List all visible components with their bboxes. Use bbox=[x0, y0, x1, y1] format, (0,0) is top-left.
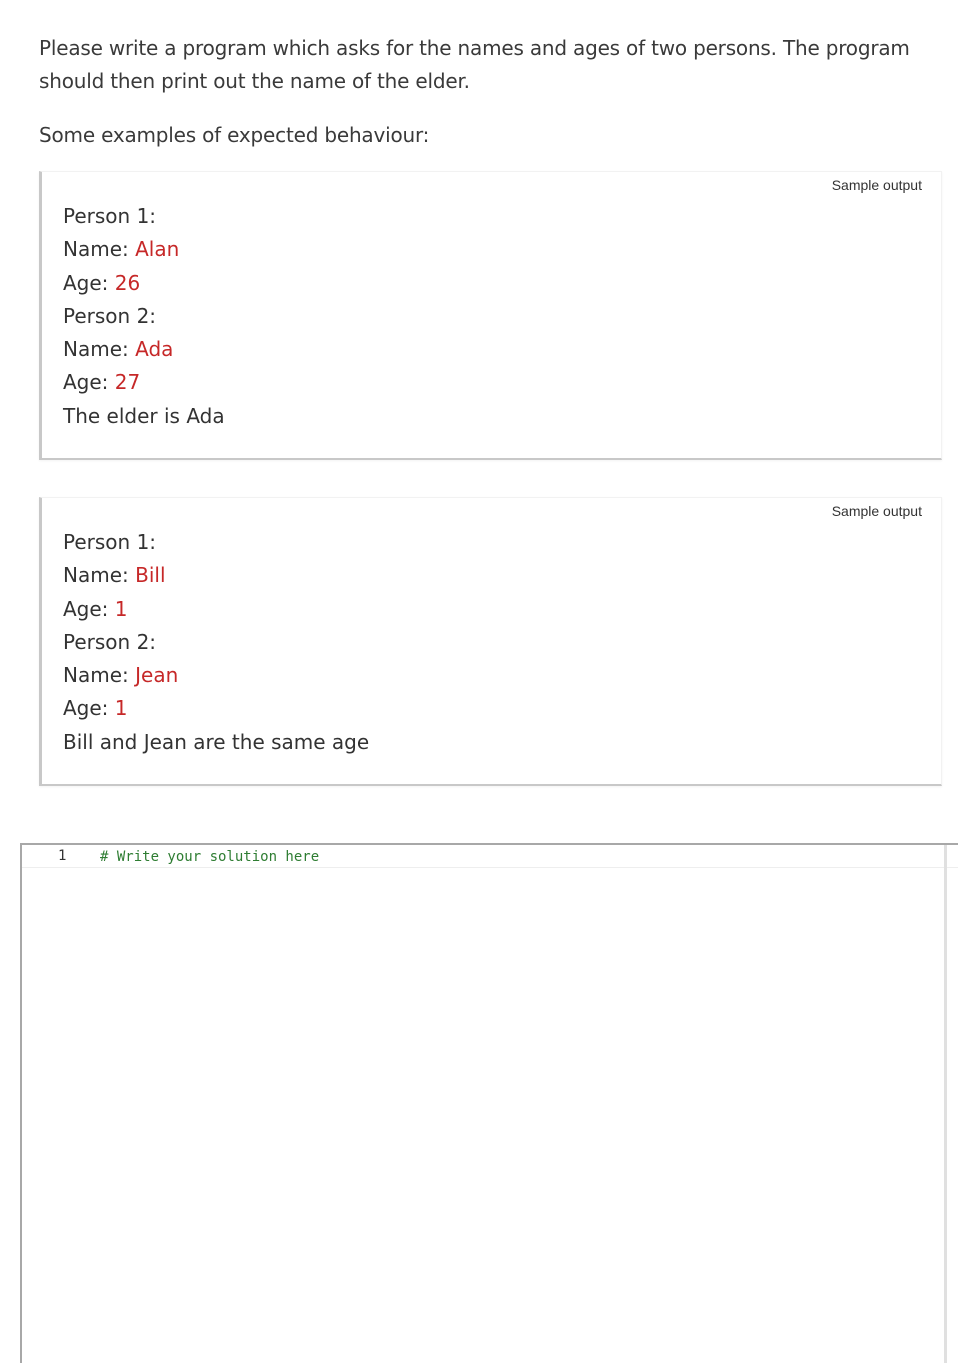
output-line: Age: 26 bbox=[63, 267, 225, 300]
user-input-text: Ada bbox=[135, 337, 174, 362]
exercise-instructions: Please write a program which asks for th… bbox=[39, 36, 910, 93]
user-input-text: Alan bbox=[135, 237, 180, 262]
exercise-description: Please write a program which asks for th… bbox=[39, 32, 919, 152]
prompt-text: The elder is Ada bbox=[63, 403, 225, 428]
user-input-text: 1 bbox=[114, 596, 128, 621]
editor-scrollbar[interactable] bbox=[944, 845, 947, 1363]
sample-output-label: Sample output bbox=[831, 177, 922, 193]
prompt-text: Name: bbox=[63, 337, 136, 362]
output-line: Person 2: bbox=[63, 626, 369, 659]
editor-line[interactable]: 1 # Write your solution here bbox=[22, 845, 958, 868]
prompt-text: Person 2: bbox=[63, 629, 157, 654]
output-line: Age: 1 bbox=[63, 692, 369, 725]
output-line: The elder is Ada bbox=[63, 400, 225, 433]
output-line: Person 1: bbox=[63, 526, 369, 559]
prompt-text: Name: bbox=[63, 563, 136, 588]
user-input-text: Jean bbox=[135, 663, 179, 688]
output-line: Name: Bill bbox=[63, 559, 369, 592]
prompt-text: Person 1: bbox=[63, 530, 157, 554]
output-line: Age: 1 bbox=[63, 593, 369, 626]
code-comment[interactable]: # Write your solution here bbox=[100, 849, 319, 865]
output-line: Name: Jean bbox=[63, 659, 369, 692]
prompt-text: Person 2: bbox=[63, 303, 157, 328]
sample-output-box: Sample output Person 1: Name: Alan Age: … bbox=[39, 171, 942, 460]
sample-output-lines: Person 1: Name: Bill Age: 1 Person 2: Na… bbox=[63, 526, 369, 759]
code-editor[interactable]: 1 # Write your solution here bbox=[20, 843, 958, 1363]
examples-heading: Some examples of expected behaviour: bbox=[39, 123, 430, 147]
output-line: Person 1: bbox=[63, 200, 225, 233]
prompt-text: Person 1: bbox=[63, 204, 157, 228]
sample-output-label: Sample output bbox=[831, 503, 922, 519]
output-line: Age: 27 bbox=[63, 366, 225, 399]
line-number: 1 bbox=[58, 848, 67, 864]
prompt-text: Age: bbox=[63, 270, 115, 295]
user-input-text: 26 bbox=[114, 270, 141, 295]
sample-output-box: Sample output Person 1: Name: Bill Age: … bbox=[39, 497, 942, 786]
output-line: Person 2: bbox=[63, 300, 225, 333]
prompt-text: Bill and Jean are the same age bbox=[63, 729, 370, 754]
prompt-text: Age: bbox=[63, 370, 115, 395]
sample-output-lines: Person 1: Name: Alan Age: 26 Person 2: N… bbox=[63, 200, 225, 433]
user-input-text: Bill bbox=[135, 563, 166, 588]
user-input-text: 27 bbox=[114, 370, 141, 395]
output-line: Bill and Jean are the same age bbox=[63, 726, 369, 759]
prompt-text: Name: bbox=[63, 663, 136, 688]
prompt-text: Name: bbox=[63, 237, 136, 262]
output-line: Name: Ada bbox=[63, 333, 225, 366]
prompt-text: Age: bbox=[63, 596, 115, 621]
prompt-text: Age: bbox=[63, 696, 115, 721]
user-input-text: 1 bbox=[114, 696, 128, 721]
output-line: Name: Alan bbox=[63, 233, 225, 266]
